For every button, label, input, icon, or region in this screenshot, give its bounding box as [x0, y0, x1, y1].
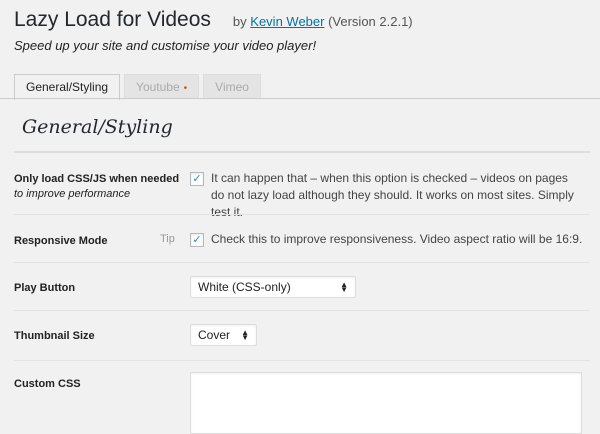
- select-value: Cover: [198, 328, 231, 342]
- setting-label-text: Custom CSS: [14, 378, 81, 390]
- select-arrows-icon: ▲ ▼: [241, 328, 249, 342]
- tab-divider: [0, 98, 600, 99]
- byline: by Kevin Weber (Version 2.2.1): [233, 14, 413, 29]
- select-arrows-icon: ▲ ▼: [340, 280, 348, 294]
- setting-label-text: Responsive Mode: [14, 235, 108, 247]
- tab-label: Vimeo: [215, 80, 249, 94]
- thumbnail-size-select[interactable]: Cover ▲ ▼: [190, 324, 257, 346]
- select-value: White (CSS-only): [198, 280, 291, 294]
- section-title: General/Styling: [22, 116, 173, 138]
- checkmark-icon: ✓: [192, 233, 202, 246]
- responsive-description: Check this to improve responsiveness. Vi…: [211, 232, 583, 246]
- row-divider: [14, 310, 590, 311]
- setting-sublabel: to improve performance: [14, 188, 131, 200]
- tab-youtube[interactable]: Youtube •: [124, 74, 200, 99]
- setting-label-text: Play Button: [14, 282, 76, 294]
- tagline: Speed up your site and customise your vi…: [14, 38, 317, 53]
- custom-css-textarea[interactable]: [190, 372, 582, 434]
- author-link[interactable]: Kevin Weber: [250, 14, 324, 29]
- only-load-checkbox[interactable]: ✓: [190, 172, 204, 186]
- notification-dot-icon: •: [183, 83, 188, 94]
- tip-link[interactable]: Tip: [160, 233, 175, 245]
- tab-general-styling[interactable]: General/Styling: [14, 74, 121, 100]
- by-prefix: by: [232, 14, 247, 29]
- plugin-header: Lazy Load for Videos by Kevin Weber (Ver…: [14, 8, 600, 53]
- responsive-option: ✓ Check this to improve responsiveness. …: [190, 231, 584, 248]
- page-title: Lazy Load for Videos: [14, 8, 211, 31]
- tab-bar: General/Styling Youtube • Vimeo: [14, 74, 265, 100]
- setting-label-text: Thumbnail Size: [14, 330, 95, 342]
- version-text: (Version 2.2.1): [328, 14, 413, 29]
- row-divider: [14, 360, 590, 361]
- row-divider: [14, 262, 590, 263]
- tab-label: General/Styling: [26, 80, 109, 94]
- tab-vimeo[interactable]: Vimeo: [203, 74, 261, 99]
- tab-label: Youtube: [136, 80, 180, 94]
- row-divider: [14, 214, 590, 215]
- responsive-checkbox[interactable]: ✓: [190, 233, 204, 247]
- setting-label-text: Only load CSS/JS when needed: [14, 173, 180, 185]
- checkmark-icon: ✓: [192, 172, 202, 185]
- play-button-select[interactable]: White (CSS-only) ▲ ▼: [190, 276, 356, 298]
- setting-label: Only load CSS/JS when needed to improve …: [14, 173, 179, 200]
- section-divider: [14, 151, 590, 153]
